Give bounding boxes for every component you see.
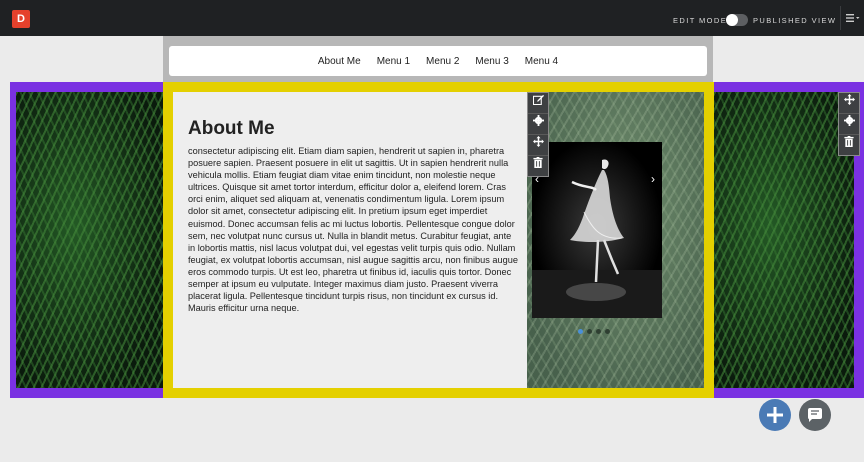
trash-icon[interactable] bbox=[839, 135, 859, 155]
nav-item-menu-1[interactable]: Menu 1 bbox=[377, 56, 410, 67]
gear-icon[interactable] bbox=[839, 114, 859, 135]
app-logo[interactable]: D bbox=[12, 10, 30, 28]
slideshow-next-arrow[interactable]: › bbox=[651, 172, 655, 186]
add-icon bbox=[767, 407, 783, 423]
text-column[interactable]: About Me consectetur adipiscing elit. Et… bbox=[173, 92, 527, 388]
page-title[interactable]: About Me bbox=[188, 118, 275, 140]
fern-background-left bbox=[16, 92, 163, 388]
column-tools bbox=[527, 92, 549, 177]
nav-menu: About Me Menu 1 Menu 2 Menu 3 Menu 4 bbox=[169, 46, 707, 76]
nav-row: About Me Menu 1 Menu 2 Menu 3 Menu 4 bbox=[163, 36, 713, 82]
content-container[interactable]: About Me consectetur adipiscing elit. Et… bbox=[163, 82, 714, 398]
fern-background-right bbox=[714, 92, 854, 388]
nav-item-menu-3[interactable]: Menu 3 bbox=[475, 56, 508, 67]
slideshow-dot[interactable] bbox=[596, 329, 601, 334]
toggle-knob bbox=[726, 14, 738, 26]
hamburger-menu-icon[interactable] bbox=[840, 6, 864, 30]
image-column[interactable]: ‹ › bbox=[527, 92, 704, 388]
slideshow-dots bbox=[578, 329, 610, 334]
nav-item-about-me[interactable]: About Me bbox=[318, 56, 361, 67]
gear-icon[interactable] bbox=[528, 114, 548, 135]
slideshow-dot[interactable] bbox=[605, 329, 610, 334]
nav-item-menu-4[interactable]: Menu 4 bbox=[525, 56, 558, 67]
edit-icon[interactable] bbox=[528, 93, 548, 114]
chat-icon bbox=[808, 408, 822, 422]
mode-toggle[interactable] bbox=[726, 14, 748, 26]
slideshow-image[interactable] bbox=[532, 142, 662, 318]
chat-button[interactable] bbox=[799, 399, 831, 431]
edit-mode-label[interactable]: EDIT MODE bbox=[673, 16, 727, 25]
move-icon[interactable] bbox=[839, 93, 859, 114]
nav-item-menu-2[interactable]: Menu 2 bbox=[426, 56, 459, 67]
row-tools bbox=[838, 92, 860, 156]
add-section-button[interactable] bbox=[759, 399, 791, 431]
move-icon[interactable] bbox=[528, 135, 548, 156]
about-text[interactable]: consectetur adipiscing elit. Etiam diam … bbox=[188, 145, 520, 314]
trash-icon[interactable] bbox=[528, 156, 548, 176]
hero-row[interactable]: About Me consectetur adipiscing elit. Et… bbox=[10, 82, 864, 398]
top-toolbar: D EDIT MODE PUBLISHED VIEW bbox=[0, 0, 864, 36]
slideshow-dot[interactable] bbox=[578, 329, 583, 334]
published-view-label[interactable]: PUBLISHED VIEW bbox=[753, 16, 836, 25]
slideshow-dot[interactable] bbox=[587, 329, 592, 334]
